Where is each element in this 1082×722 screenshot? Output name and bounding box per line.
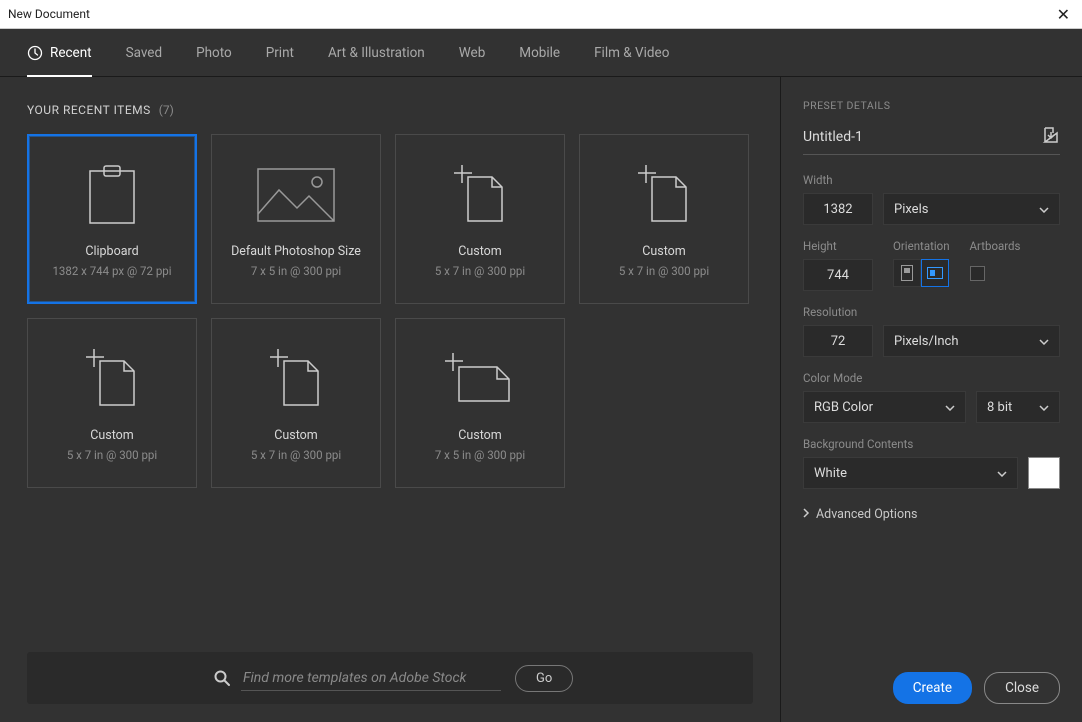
section-title: YOUR RECENT ITEMS: [27, 103, 151, 117]
tab-mobile[interactable]: Mobile: [519, 29, 560, 77]
tab-web[interactable]: Web: [459, 29, 486, 77]
tab-label: Art & Illustration: [328, 45, 425, 61]
preset-subtitle: 1382 x 744 px @ 72 ppi: [52, 264, 171, 278]
bit-depth-select[interactable]: 8 bit: [976, 391, 1060, 423]
portrait-doc-icon: [452, 160, 508, 230]
preset-title: Custom: [642, 244, 686, 259]
chevron-down-icon: [945, 400, 955, 415]
section-count: (7): [159, 103, 174, 117]
portrait-doc-icon: [268, 344, 324, 414]
chevron-right-icon: [803, 507, 810, 522]
document-name-input[interactable]: [803, 129, 1034, 145]
tab-saved[interactable]: Saved: [126, 29, 163, 77]
portrait-doc-icon: [84, 344, 140, 414]
tab-art[interactable]: Art & Illustration: [328, 29, 425, 77]
chevron-down-icon: [1039, 334, 1049, 349]
details-header: PRESET DETAILS: [803, 99, 1060, 112]
clock-icon: [27, 45, 43, 61]
stock-search-input[interactable]: [241, 666, 501, 691]
orientation-portrait-button[interactable]: [893, 259, 921, 287]
preset-title: Custom: [274, 428, 318, 443]
preset-title: Custom: [90, 428, 134, 443]
preset-custom-5[interactable]: Custom 7 x 5 in @ 300 ppi: [395, 318, 565, 488]
chevron-down-icon: [1039, 202, 1049, 217]
preset-subtitle: 5 x 7 in @ 300 ppi: [67, 448, 157, 462]
tab-recent[interactable]: Recent: [27, 29, 92, 77]
tab-label: Mobile: [519, 45, 560, 61]
dialog-actions: Create Close: [803, 672, 1060, 704]
width-label: Width: [803, 173, 1060, 187]
artboards-label: Artboards: [970, 239, 1021, 253]
presets-grid: Clipboard 1382 x 744 px @ 72 ppi Default…: [27, 134, 753, 488]
titlebar: New Document ✕: [0, 0, 1082, 29]
preset-title: Custom: [458, 244, 502, 259]
preset-subtitle: 7 x 5 in @ 300 ppi: [251, 264, 341, 278]
select-value: Pixels/Inch: [894, 334, 959, 349]
tab-label: Recent: [50, 45, 92, 61]
tab-label: Photo: [196, 45, 232, 61]
background-select[interactable]: White: [803, 457, 1018, 489]
go-button[interactable]: Go: [515, 665, 573, 692]
save-preset-icon[interactable]: [1042, 126, 1060, 148]
orientation-landscape-button[interactable]: [921, 259, 949, 287]
advanced-options-toggle[interactable]: Advanced Options: [803, 507, 1060, 522]
resolution-input[interactable]: [803, 325, 873, 357]
select-value: 8 bit: [987, 400, 1012, 415]
preset-title: Default Photoshop Size: [231, 244, 361, 259]
resolution-unit-select[interactable]: Pixels/Inch: [883, 325, 1060, 357]
category-tabs: Recent Saved Photo Print Art & Illustrat…: [0, 29, 1082, 77]
width-input[interactable]: [803, 193, 873, 225]
chevron-down-icon: [997, 466, 1007, 481]
preset-subtitle: 5 x 7 in @ 300 ppi: [619, 264, 709, 278]
preset-subtitle: 5 x 7 in @ 300 ppi: [251, 448, 341, 462]
stock-search-bar: Go: [27, 652, 753, 704]
width-unit-select[interactable]: Pixels: [883, 193, 1060, 225]
height-input[interactable]: [803, 259, 873, 291]
color-mode-select[interactable]: RGB Color: [803, 391, 966, 423]
background-swatch[interactable]: [1028, 457, 1060, 489]
preset-clipboard[interactable]: Clipboard 1382 x 744 px @ 72 ppi: [27, 134, 197, 304]
preset-title: Custom: [458, 428, 502, 443]
tab-label: Film & Video: [594, 45, 669, 61]
resolution-label: Resolution: [803, 305, 1060, 319]
create-button[interactable]: Create: [893, 672, 972, 704]
close-icon[interactable]: ✕: [1053, 5, 1074, 24]
portrait-doc-icon: [636, 160, 692, 230]
orientation-label: Orientation: [893, 239, 950, 253]
image-icon: [257, 160, 335, 230]
artboards-checkbox[interactable]: [970, 266, 985, 281]
tab-film[interactable]: Film & Video: [594, 29, 669, 77]
clipboard-icon: [84, 160, 140, 230]
select-value: White: [814, 466, 847, 481]
preset-custom-1[interactable]: Custom 5 x 7 in @ 300 ppi: [395, 134, 565, 304]
search-icon: [213, 669, 231, 687]
chevron-down-icon: [1039, 400, 1049, 415]
tab-label: Saved: [126, 45, 163, 61]
preset-custom-3[interactable]: Custom 5 x 7 in @ 300 ppi: [27, 318, 197, 488]
landscape-doc-icon: [445, 344, 515, 414]
advanced-label: Advanced Options: [816, 507, 917, 522]
background-label: Background Contents: [803, 437, 1060, 451]
select-value: Pixels: [894, 202, 928, 217]
tab-label: Print: [266, 45, 294, 61]
preset-subtitle: 5 x 7 in @ 300 ppi: [435, 264, 525, 278]
preset-custom-2[interactable]: Custom 5 x 7 in @ 300 ppi: [579, 134, 749, 304]
preset-custom-4[interactable]: Custom 5 x 7 in @ 300 ppi: [211, 318, 381, 488]
preset-subtitle: 7 x 5 in @ 300 ppi: [435, 448, 525, 462]
orientation-group: [893, 259, 950, 287]
close-button[interactable]: Close: [984, 672, 1060, 704]
tab-label: Web: [459, 45, 486, 61]
preset-details-pane: PRESET DETAILS Width Pixels Height Orien…: [780, 77, 1082, 722]
tab-photo[interactable]: Photo: [196, 29, 232, 77]
color-mode-label: Color Mode: [803, 371, 1060, 385]
height-label: Height: [803, 239, 873, 253]
window-title: New Document: [8, 7, 90, 21]
preset-title: Clipboard: [85, 244, 138, 259]
select-value: RGB Color: [814, 400, 873, 415]
preset-default-ps[interactable]: Default Photoshop Size 7 x 5 in @ 300 pp…: [211, 134, 381, 304]
tab-print[interactable]: Print: [266, 29, 294, 77]
presets-pane: YOUR RECENT ITEMS (7) Clipboard 1382 x 7…: [0, 77, 780, 722]
